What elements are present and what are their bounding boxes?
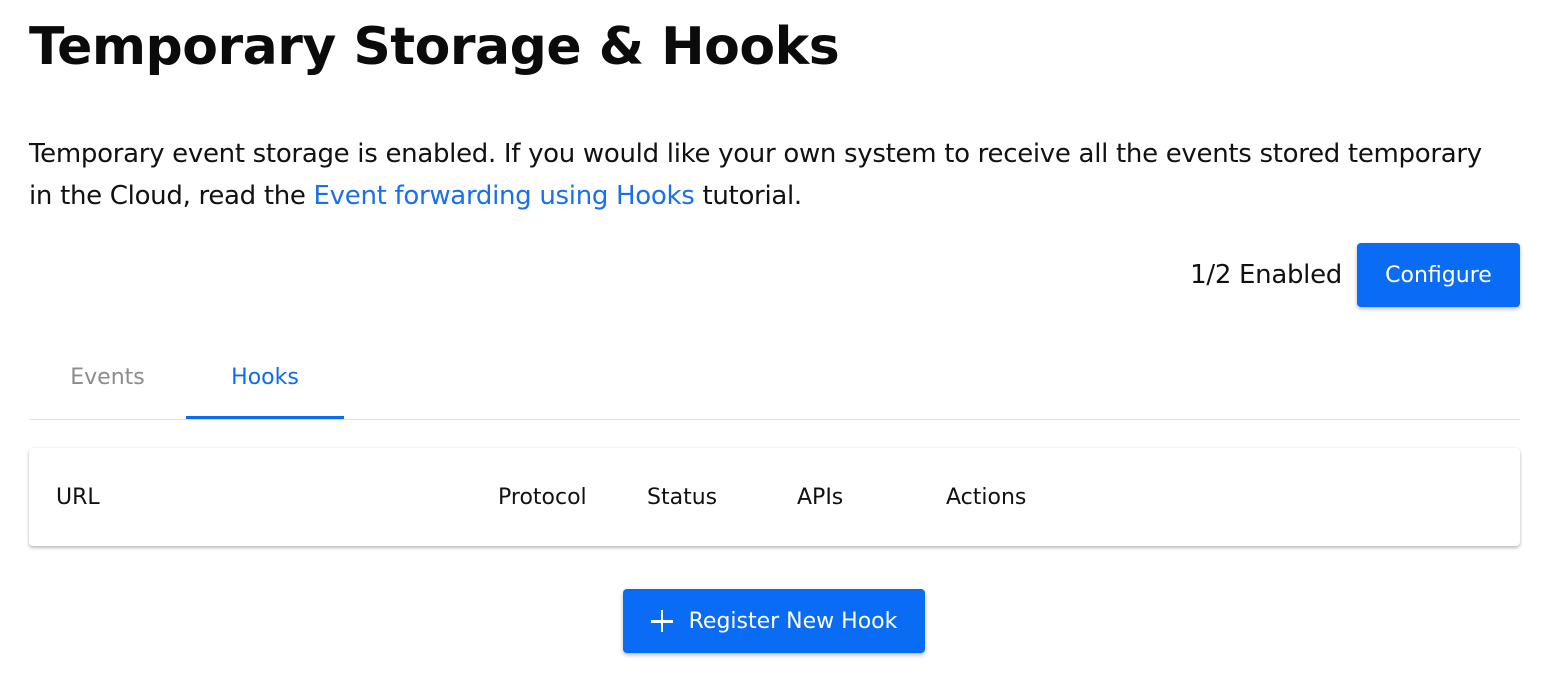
intro-text-after: tutorial. <box>694 181 802 211</box>
column-header-protocol[interactable]: Protocol <box>498 448 587 546</box>
column-header-actions: Actions <box>946 484 1027 510</box>
configure-button[interactable]: Configure <box>1357 243 1520 307</box>
register-new-hook-button[interactable]: Register New Hook <box>623 589 925 653</box>
column-header-url[interactable]: URL <box>56 448 100 546</box>
tab-events[interactable]: Events <box>29 338 186 416</box>
status-row: 1/2 Enabled Configure <box>1190 243 1520 307</box>
tab-bar: Events Hooks <box>29 338 1520 420</box>
page-title: Temporary Storage & Hooks <box>29 17 840 77</box>
intro-paragraph: Temporary event storage is enabled. If y… <box>29 133 1509 217</box>
enabled-count: 1/2 Enabled <box>1190 260 1342 290</box>
register-new-hook-label: Register New Hook <box>688 608 898 634</box>
event-forwarding-link[interactable]: Event forwarding using Hooks <box>314 181 695 211</box>
tab-hooks[interactable]: Hooks <box>186 338 344 416</box>
active-tab-indicator <box>186 416 344 419</box>
hooks-table: URL Protocol Status APIs Actions <box>29 448 1520 546</box>
column-header-status[interactable]: Status <box>647 448 717 546</box>
column-header-apis[interactable]: APIs <box>797 448 843 546</box>
plus-icon <box>650 610 673 632</box>
